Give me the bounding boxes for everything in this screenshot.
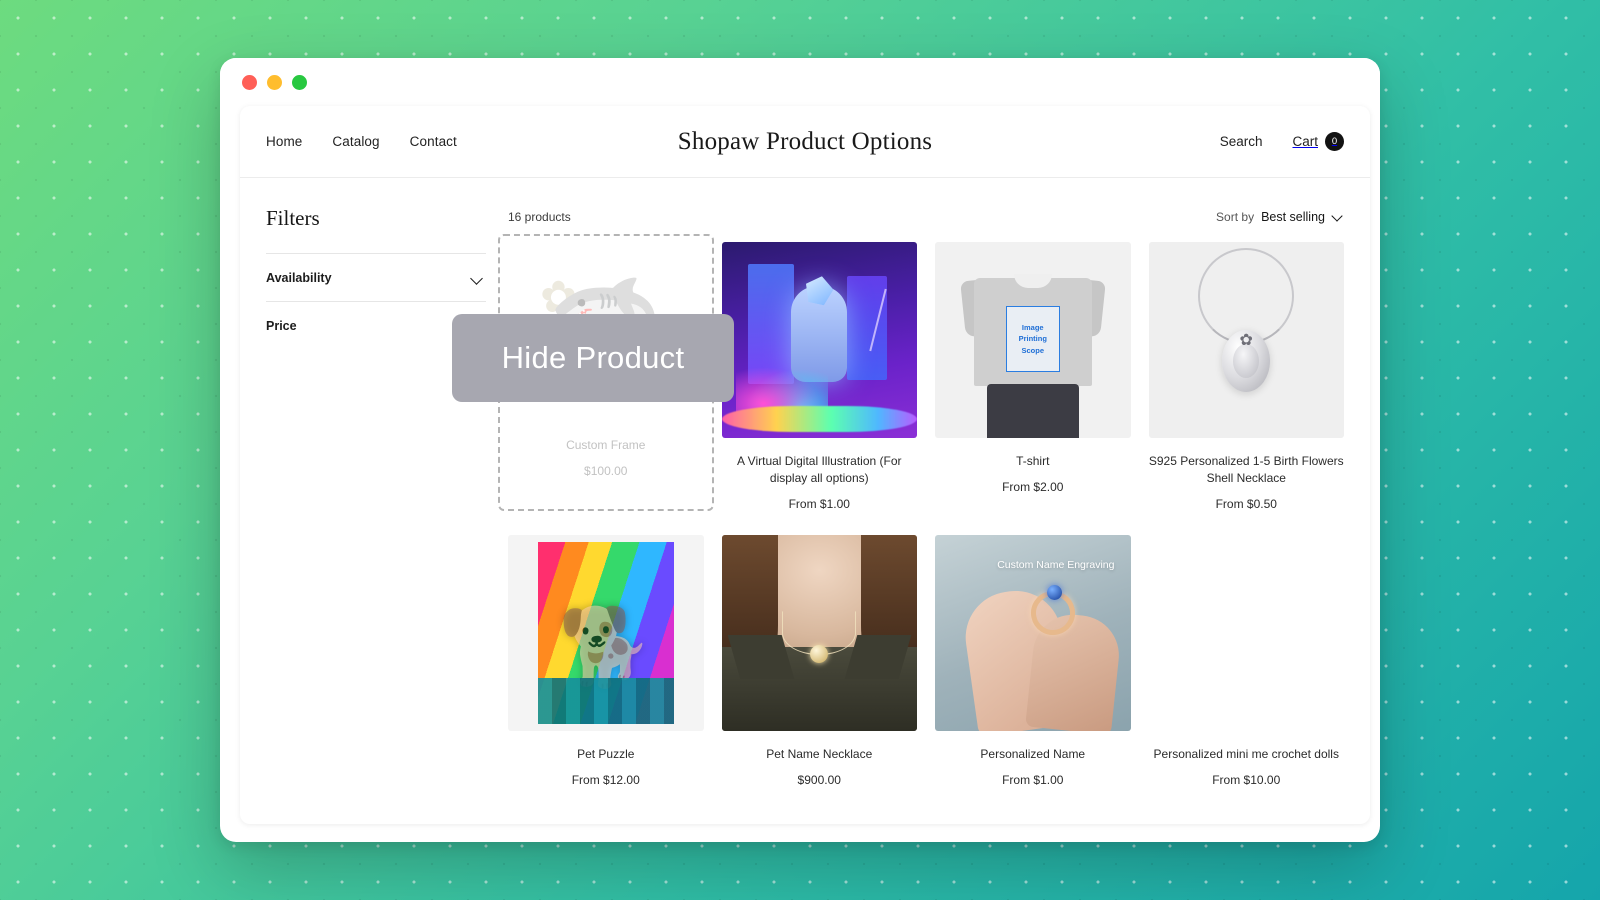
product-grid-section: 16 products Sort by Best selling ✿ 🦈 ❀: [452, 204, 1345, 788]
chevron-down-icon: [1332, 212, 1344, 222]
nav-link-catalog[interactable]: Catalog: [332, 134, 379, 149]
product-image-virtual-illustration: [721, 242, 917, 438]
product-image-tshirt: Image Printing Scope: [935, 242, 1131, 438]
print-scope-overlay: Image Printing Scope: [1005, 306, 1060, 372]
primary-navigation: Home Catalog Contact: [266, 134, 457, 149]
product-title: S925 Personalized 1-5 Birth Flowers Shel…: [1148, 454, 1344, 486]
sort-by-select[interactable]: Sort by Best selling: [1216, 210, 1344, 224]
product-price: $100.00: [584, 464, 628, 479]
engraving-label: Custom Name Engraving: [997, 559, 1115, 572]
product-title: Pet Puzzle: [577, 747, 635, 762]
page-viewport: Home Catalog Contact Shopaw Product Opti…: [240, 106, 1370, 824]
decorative-shape: [986, 384, 1079, 438]
search-button[interactable]: Search: [1220, 134, 1263, 149]
product-image-pet-name-necklace: [721, 535, 917, 732]
product-card[interactable]: Custom Name Engraving Personalized Name …: [935, 535, 1131, 787]
product-price: From $1.00: [788, 497, 850, 512]
nav-link-home[interactable]: Home: [266, 134, 302, 149]
window-titlebar: [220, 58, 1380, 106]
product-image-personalized-name: Custom Name Engraving: [935, 535, 1131, 732]
product-card[interactable]: Image Printing Scope T-shirt From $2.00: [935, 242, 1131, 511]
sort-by-value: Best selling: [1261, 210, 1325, 224]
product-image-pet-puzzle: 🐕: [508, 535, 704, 732]
product-image-crochet-dolls: [1149, 535, 1345, 731]
product-title: Personalized mini me crochet dolls: [1153, 747, 1339, 762]
product-count: 16 products: [508, 210, 571, 224]
product-card[interactable]: ✿ S925 Personalized 1-5 Birth Flowers Sh…: [1148, 242, 1344, 512]
filters-heading: Filters: [266, 206, 320, 230]
header-actions: Search Cart 0: [1220, 132, 1344, 151]
chevron-down-icon: [471, 272, 484, 285]
decorative-shape: [537, 678, 674, 725]
decorative-shape: [847, 276, 887, 380]
filters-sidebar: Filters Availability Price: [266, 204, 486, 787]
product-title: T-shirt: [1016, 454, 1050, 468]
cart-label: Cart: [1292, 134, 1318, 149]
product-card-hidden[interactable]: ✿ 🦈 ❀ Custom Frame $100.00 Hide Product: [452, 234, 734, 512]
product-title: Pet Name Necklace: [766, 747, 873, 762]
decorative-shape: [721, 406, 917, 432]
product-price: From $0.50: [1215, 497, 1277, 512]
filter-label-availability: Availability: [266, 271, 332, 285]
store-header: Home Catalog Contact Shopaw Product Opti…: [240, 106, 1370, 178]
product-card[interactable]: A Virtual Digital Illustration (For disp…: [721, 242, 917, 512]
product-card[interactable]: Personalized mini me crochet dolls From …: [1149, 535, 1345, 787]
product-card[interactable]: 🐕 Pet Puzzle From $12.00: [508, 535, 704, 787]
product-price: From $2.00: [1002, 480, 1064, 495]
nav-link-contact[interactable]: Contact: [410, 134, 457, 149]
product-grid: ✿ 🦈 ❀ Custom Frame $100.00 Hide Product: [452, 234, 1345, 788]
maximize-window-button[interactable]: [292, 74, 307, 90]
product-title: Custom Frame: [566, 438, 646, 452]
product-title: Personalized Name: [980, 747, 1086, 762]
print-scope-label: Image Printing Scope: [1018, 323, 1047, 355]
product-title: A Virtual Digital Illustration (For disp…: [736, 454, 902, 486]
cart-count-badge: 0: [1325, 132, 1344, 151]
product-price: $900.00: [797, 773, 841, 788]
product-card[interactable]: Pet Name Necklace $900.00: [721, 535, 917, 788]
filter-group-availability[interactable]: Availability: [266, 254, 486, 301]
cart-button[interactable]: Cart 0: [1292, 132, 1344, 151]
collection-toolbar: 16 products Sort by Best selling: [508, 204, 1344, 230]
product-image-shell-necklace: ✿: [1148, 242, 1344, 438]
browser-window: Home Catalog Contact Shopaw Product Opti…: [220, 58, 1380, 842]
sort-by-label: Sort by: [1216, 210, 1255, 224]
decorative-shape: [1047, 585, 1062, 601]
decorative-shape: 🐕: [537, 542, 674, 725]
page-content: Filters Availability Price 16 products S…: [240, 178, 1370, 787]
flower-icon: ✿: [1239, 332, 1253, 349]
close-window-button[interactable]: [242, 74, 257, 90]
hide-product-tooltip[interactable]: Hide Product: [452, 314, 734, 402]
decorative-shape: [810, 645, 829, 664]
filter-label-price: Price: [266, 319, 297, 333]
dog-illustration-icon: 🐕: [558, 604, 654, 690]
product-price: From $12.00: [571, 773, 640, 788]
product-price: From $1.00: [1002, 773, 1064, 788]
minimize-window-button[interactable]: [267, 74, 282, 90]
product-price: From $10.00: [1212, 773, 1281, 788]
